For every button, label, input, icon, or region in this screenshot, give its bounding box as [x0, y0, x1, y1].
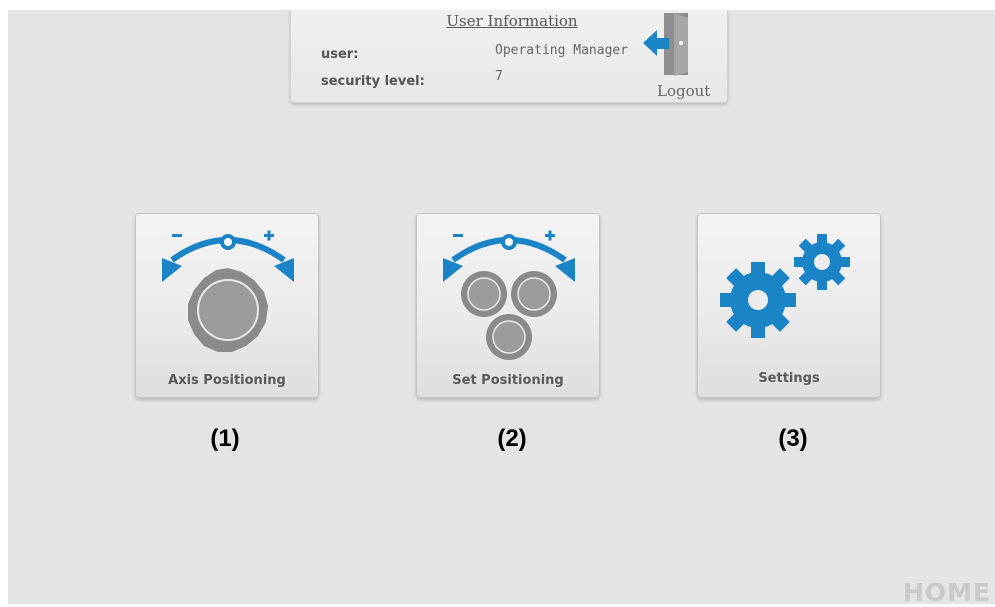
- caption-2: (2): [497, 425, 527, 452]
- gears-icon: [720, 234, 850, 338]
- user-value: Operating Manager: [495, 43, 629, 58]
- caption-3: (3): [778, 425, 808, 452]
- logout-button[interactable]: Logout: [641, 10, 727, 102]
- user-information-title: User Information: [446, 12, 578, 30]
- settings-label: Settings: [758, 371, 820, 386]
- set-positioning-label: Set Positioning: [452, 373, 564, 388]
- axis-positioning-icon: [162, 230, 294, 352]
- set-positioning-icon: [443, 230, 575, 360]
- axis-positioning-label: Axis Positioning: [168, 373, 286, 388]
- home-watermark: HOME: [903, 578, 992, 607]
- set-positioning-button[interactable]: Set Positioning: [416, 213, 600, 398]
- axis-positioning-button[interactable]: Axis Positioning: [135, 213, 319, 398]
- user-label: user:: [321, 47, 359, 62]
- logout-label: Logout: [657, 82, 711, 100]
- settings-button[interactable]: Settings: [697, 213, 881, 398]
- caption-1: (1): [210, 425, 240, 452]
- security-level-value: 7: [495, 69, 503, 84]
- security-level-label: security level:: [321, 74, 425, 89]
- user-information-panel: User Information user: Operating Manager…: [290, 10, 728, 103]
